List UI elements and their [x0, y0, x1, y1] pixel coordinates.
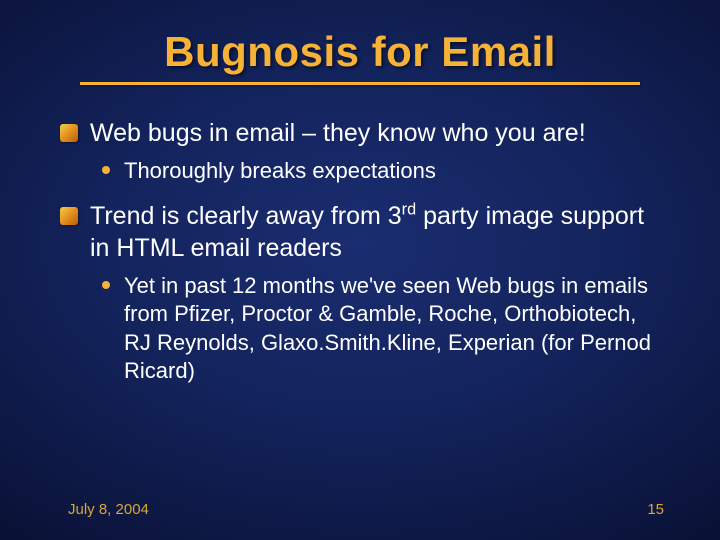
sub-bullet-text: Yet in past 12 months we've seen Web bug…: [124, 272, 660, 386]
bullet-marker-icon: [60, 124, 78, 142]
bullet-level2: Thoroughly breaks expectations: [102, 157, 660, 186]
bullet-marker-icon: [60, 207, 78, 225]
bullet-level1: Trend is clearly away from 3rd party ima…: [60, 200, 660, 264]
ordinal-superscript: rd: [402, 200, 416, 218]
sub-bullet-dot-icon: [102, 281, 110, 289]
sub-bullet-dot-icon: [102, 166, 110, 174]
bullet-text: Web bugs in email – they know who you ar…: [90, 117, 586, 149]
slide-title: Bugnosis for Email: [0, 0, 720, 82]
sub-bullet-text: Thoroughly breaks expectations: [124, 157, 436, 186]
slide-body: Web bugs in email – they know who you ar…: [0, 85, 720, 386]
footer-page-number: 15: [647, 501, 664, 518]
bullet-level1: Web bugs in email – they know who you ar…: [60, 117, 660, 149]
slide-footer: July 8, 2004 15: [0, 501, 720, 518]
bullet-level2: Yet in past 12 months we've seen Web bug…: [102, 272, 660, 386]
slide: Bugnosis for Email Web bugs in email – t…: [0, 0, 720, 540]
footer-date: July 8, 2004: [68, 501, 149, 518]
bullet-text-pre: Trend is clearly away from 3: [90, 202, 402, 230]
bullet-text: Trend is clearly away from 3rd party ima…: [90, 200, 660, 264]
